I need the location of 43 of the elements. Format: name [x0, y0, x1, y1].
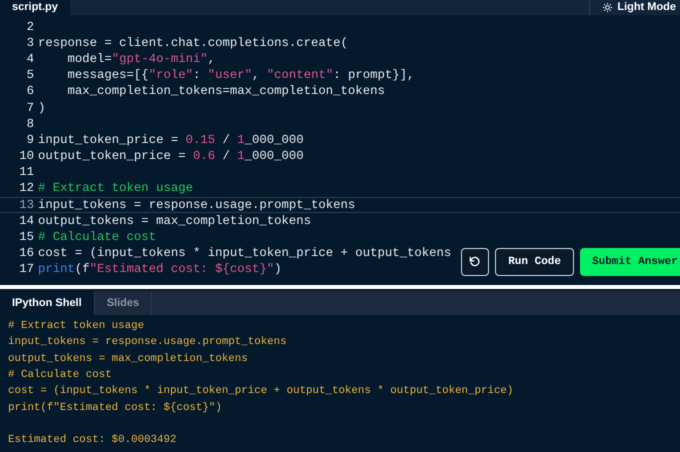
- line-number: 17: [18, 262, 35, 278]
- line-number: 2: [26, 20, 35, 35]
- reset-button[interactable]: [461, 248, 490, 276]
- line-number: 7: [26, 100, 35, 116]
- code-line: input_token_price = 0.15 / 1_000_000: [38, 132, 304, 148]
- shell-output-line: output_tokens = max_completion_tokens: [8, 352, 248, 367]
- code-line: # Calculate cost: [38, 230, 156, 246]
- line-number: 15: [18, 230, 35, 246]
- code-line: input_tokens = response.usage.prompt_tokens: [38, 198, 356, 213]
- undo-icon: [468, 255, 482, 269]
- code-line: output_token_price = 0.6 / 1_000_000: [38, 149, 304, 164]
- code-line: max_completion_tokens=max_completion_tokens: [66, 84, 385, 100]
- code-line: # Extract token usage: [38, 181, 193, 196]
- line-number: 6: [26, 84, 35, 100]
- code-line: messages=[{"role": "user", "content": prompt}],: [66, 68, 414, 84]
- shell-output-line: # Extract token usage: [8, 319, 144, 334]
- shell-result: Estimated cost: $0.0003492: [8, 433, 176, 448]
- shell-tab[interactable]: IPython Shell: [0, 291, 95, 315]
- line-number: 4: [26, 52, 35, 67]
- code-line: model="gpt-4o-mini",: [66, 52, 216, 67]
- submit-answer-button[interactable]: Submit Answer: [580, 248, 680, 276]
- line-number: 8: [26, 116, 35, 132]
- line-number: 14: [18, 214, 35, 229]
- line-number: 9: [26, 132, 35, 148]
- shell-output-line: print(f"Estimated cost: ${cost}"): [8, 400, 222, 416]
- line-number: 11: [18, 165, 35, 180]
- code-line: ): [38, 100, 46, 116]
- line-number: 10: [18, 149, 35, 164]
- shell-output-line: cost = (input_tokens * input_token_price + output_tokens * output_token_price): [8, 384, 514, 400]
- code-line: response = client.chat.completions.create(: [38, 36, 348, 51]
- shell-output-line: # Calculate cost: [8, 368, 112, 383]
- code-line: cost = (input_tokens * input_token_price + output_tokens: [38, 246, 452, 262]
- line-number: 5: [26, 68, 35, 84]
- code-line: print(f"Estimated cost: ${cost}"): [38, 262, 282, 278]
- code-line: output_tokens = max_completion_tokens: [38, 214, 312, 229]
- line-number: 3: [26, 36, 35, 51]
- line-number: 16: [18, 246, 35, 262]
- shell-output-line: input_tokens = response.usage.prompt_tokens: [8, 335, 287, 350]
- line-number: 12: [18, 181, 35, 196]
- sun-icon: [602, 2, 614, 13]
- editor-tab[interactable]: script.py: [0, 0, 70, 15]
- run-code-button[interactable]: Run Code: [495, 248, 574, 276]
- line-number: 13: [18, 198, 35, 213]
